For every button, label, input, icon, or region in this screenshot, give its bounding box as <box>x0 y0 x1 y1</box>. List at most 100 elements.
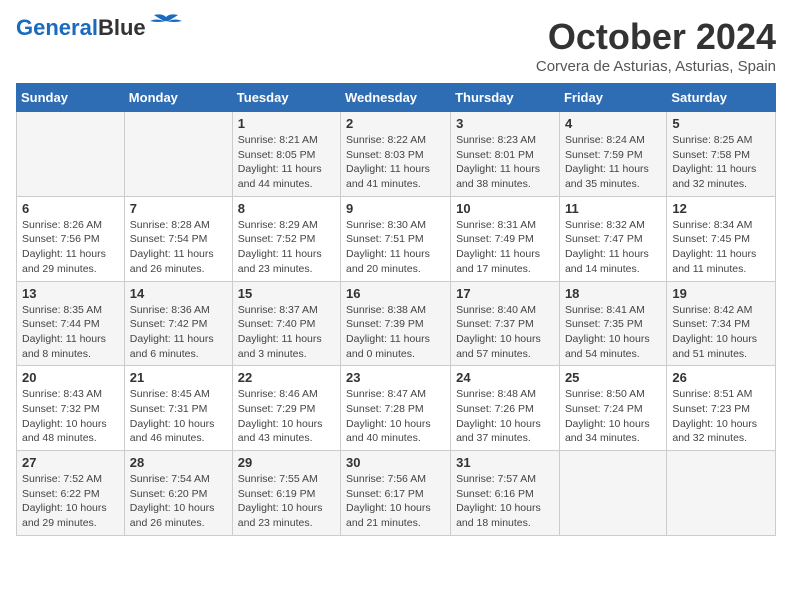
day-info: Sunrise: 8:41 AMSunset: 7:35 PMDaylight:… <box>565 303 661 362</box>
day-info: Sunrise: 8:25 AMSunset: 7:58 PMDaylight:… <box>672 133 770 192</box>
day-number: 8 <box>238 201 335 216</box>
day-info: Sunrise: 8:31 AMSunset: 7:49 PMDaylight:… <box>456 218 554 277</box>
calendar-cell: 9 Sunrise: 8:30 AMSunset: 7:51 PMDaylight… <box>341 196 451 281</box>
day-number: 26 <box>672 370 770 385</box>
calendar-cell: 30Sunrise: 7:56 AMSunset: 6:17 PMDayligh… <box>341 451 451 536</box>
calendar-cell <box>124 112 232 197</box>
day-number: 22 <box>238 370 335 385</box>
day-info: Sunrise: 8:34 AMSunset: 7:45 PMDaylight:… <box>672 218 770 277</box>
day-info: Sunrise: 8:38 AMSunset: 7:39 PMDaylight:… <box>346 303 445 362</box>
week-row-1: 1 Sunrise: 8:21 AMSunset: 8:05 PMDaylight… <box>17 112 776 197</box>
calendar-cell: 10 Sunrise: 8:31 AMSunset: 7:49 PMDayligh… <box>451 196 560 281</box>
weekday-header-saturday: Saturday <box>667 84 776 112</box>
day-number: 27 <box>22 455 119 470</box>
logo: GeneralBlue <box>16 16 184 40</box>
weekday-header-wednesday: Wednesday <box>341 84 451 112</box>
calendar-cell: 4 Sunrise: 8:24 AMSunset: 7:59 PMDaylight… <box>559 112 666 197</box>
calendar-cell: 5 Sunrise: 8:25 AMSunset: 7:58 PMDaylight… <box>667 112 776 197</box>
week-row-2: 6Sunrise: 8:26 AMSunset: 7:56 PMDaylight… <box>17 196 776 281</box>
calendar-cell: 29Sunrise: 7:55 AMSunset: 6:19 PMDayligh… <box>232 451 340 536</box>
logo-blue: Blue <box>98 15 146 40</box>
calendar-cell: 1 Sunrise: 8:21 AMSunset: 8:05 PMDaylight… <box>232 112 340 197</box>
calendar-cell: 8Sunrise: 8:29 AMSunset: 7:52 PMDaylight… <box>232 196 340 281</box>
day-info: Sunrise: 8:48 AMSunset: 7:26 PMDaylight:… <box>456 387 554 446</box>
calendar-table: SundayMondayTuesdayWednesdayThursdayFrid… <box>16 83 776 536</box>
day-number: 30 <box>346 455 445 470</box>
day-info: Sunrise: 8:23 AMSunset: 8:01 PMDaylight:… <box>456 133 554 192</box>
calendar-cell: 23Sunrise: 8:47 AMSunset: 7:28 PMDayligh… <box>341 366 451 451</box>
calendar-cell: 26 Sunrise: 8:51 AMSunset: 7:23 PMDayligh… <box>667 366 776 451</box>
day-number: 15 <box>238 286 335 301</box>
day-number: 5 <box>672 116 770 131</box>
logo-text: GeneralBlue <box>16 16 146 40</box>
day-info: Sunrise: 8:43 AMSunset: 7:32 PMDaylight:… <box>22 387 119 446</box>
calendar-cell: 13Sunrise: 8:35 AMSunset: 7:44 PMDayligh… <box>17 281 125 366</box>
day-info: Sunrise: 8:35 AMSunset: 7:44 PMDaylight:… <box>22 303 119 362</box>
weekday-header-monday: Monday <box>124 84 232 112</box>
day-info: Sunrise: 7:54 AMSunset: 6:20 PMDaylight:… <box>130 472 227 531</box>
calendar-cell: 21 Sunrise: 8:45 AMSunset: 7:31 PMDayligh… <box>124 366 232 451</box>
day-number: 18 <box>565 286 661 301</box>
calendar-cell <box>17 112 125 197</box>
day-info: Sunrise: 8:21 AMSunset: 8:05 PMDaylight:… <box>238 133 335 192</box>
logo-bird-icon <box>148 13 184 35</box>
day-number: 28 <box>130 455 227 470</box>
day-number: 9 <box>346 201 445 216</box>
calendar-cell: 16 Sunrise: 8:38 AMSunset: 7:39 PMDayligh… <box>341 281 451 366</box>
day-info: Sunrise: 8:45 AMSunset: 7:31 PMDaylight:… <box>130 387 227 446</box>
calendar-cell: 6Sunrise: 8:26 AMSunset: 7:56 PMDaylight… <box>17 196 125 281</box>
calendar-cell: 20 Sunrise: 8:43 AMSunset: 7:32 PMDayligh… <box>17 366 125 451</box>
weekday-header-thursday: Thursday <box>451 84 560 112</box>
day-info: Sunrise: 8:26 AMSunset: 7:56 PMDaylight:… <box>22 218 119 277</box>
day-number: 31 <box>456 455 554 470</box>
calendar-cell: 7 Sunrise: 8:28 AMSunset: 7:54 PMDaylight… <box>124 196 232 281</box>
calendar-cell: 14Sunrise: 8:36 AMSunset: 7:42 PMDayligh… <box>124 281 232 366</box>
calendar-cell: 31 Sunrise: 7:57 AMSunset: 6:16 PMDayligh… <box>451 451 560 536</box>
day-number: 21 <box>130 370 227 385</box>
calendar-cell <box>559 451 666 536</box>
day-number: 19 <box>672 286 770 301</box>
day-info: Sunrise: 8:28 AMSunset: 7:54 PMDaylight:… <box>130 218 227 277</box>
calendar-body: 1 Sunrise: 8:21 AMSunset: 8:05 PMDaylight… <box>17 112 776 536</box>
weekday-header-friday: Friday <box>559 84 666 112</box>
calendar-cell: 17Sunrise: 8:40 AMSunset: 7:37 PMDayligh… <box>451 281 560 366</box>
day-number: 11 <box>565 201 661 216</box>
calendar-cell: 11 Sunrise: 8:32 AMSunset: 7:47 PMDayligh… <box>559 196 666 281</box>
calendar-header: SundayMondayTuesdayWednesdayThursdayFrid… <box>17 84 776 112</box>
calendar-cell: 22 Sunrise: 8:46 AMSunset: 7:29 PMDayligh… <box>232 366 340 451</box>
location-text: Corvera de Asturias, Asturias, Spain <box>536 58 776 75</box>
day-number: 25 <box>565 370 661 385</box>
week-row-4: 20 Sunrise: 8:43 AMSunset: 7:32 PMDayligh… <box>17 366 776 451</box>
calendar-cell: 12Sunrise: 8:34 AMSunset: 7:45 PMDayligh… <box>667 196 776 281</box>
day-info: Sunrise: 7:57 AMSunset: 6:16 PMDaylight:… <box>456 472 554 531</box>
day-info: Sunrise: 8:51 AMSunset: 7:23 PMDaylight:… <box>672 387 770 446</box>
header-row: SundayMondayTuesdayWednesdayThursdayFrid… <box>17 84 776 112</box>
month-title: October 2024 <box>536 16 776 58</box>
day-info: Sunrise: 7:52 AMSunset: 6:22 PMDaylight:… <box>22 472 119 531</box>
day-number: 10 <box>456 201 554 216</box>
day-info: Sunrise: 8:30 AMSunset: 7:51 PMDaylight:… <box>346 218 445 277</box>
calendar-cell: 24 Sunrise: 8:48 AMSunset: 7:26 PMDayligh… <box>451 366 560 451</box>
day-number: 24 <box>456 370 554 385</box>
calendar-cell: 25Sunrise: 8:50 AMSunset: 7:24 PMDayligh… <box>559 366 666 451</box>
calendar-cell: 15 Sunrise: 8:37 AMSunset: 7:40 PMDayligh… <box>232 281 340 366</box>
day-info: Sunrise: 8:22 AMSunset: 8:03 PMDaylight:… <box>346 133 445 192</box>
day-number: 20 <box>22 370 119 385</box>
day-number: 7 <box>130 201 227 216</box>
calendar-cell: 3Sunrise: 8:23 AMSunset: 8:01 PMDaylight… <box>451 112 560 197</box>
day-number: 4 <box>565 116 661 131</box>
logo-general: General <box>16 15 98 40</box>
day-info: Sunrise: 8:24 AMSunset: 7:59 PMDaylight:… <box>565 133 661 192</box>
day-number: 1 <box>238 116 335 131</box>
day-info: Sunrise: 8:32 AMSunset: 7:47 PMDaylight:… <box>565 218 661 277</box>
weekday-header-tuesday: Tuesday <box>232 84 340 112</box>
calendar-cell: 2 Sunrise: 8:22 AMSunset: 8:03 PMDaylight… <box>341 112 451 197</box>
week-row-3: 13Sunrise: 8:35 AMSunset: 7:44 PMDayligh… <box>17 281 776 366</box>
title-block: October 2024 Corvera de Asturias, Asturi… <box>536 16 776 75</box>
day-number: 16 <box>346 286 445 301</box>
calendar-cell: 19Sunrise: 8:42 AMSunset: 7:34 PMDayligh… <box>667 281 776 366</box>
day-number: 2 <box>346 116 445 131</box>
day-info: Sunrise: 8:37 AMSunset: 7:40 PMDaylight:… <box>238 303 335 362</box>
day-info: Sunrise: 8:46 AMSunset: 7:29 PMDaylight:… <box>238 387 335 446</box>
calendar-cell: 27 Sunrise: 7:52 AMSunset: 6:22 PMDayligh… <box>17 451 125 536</box>
